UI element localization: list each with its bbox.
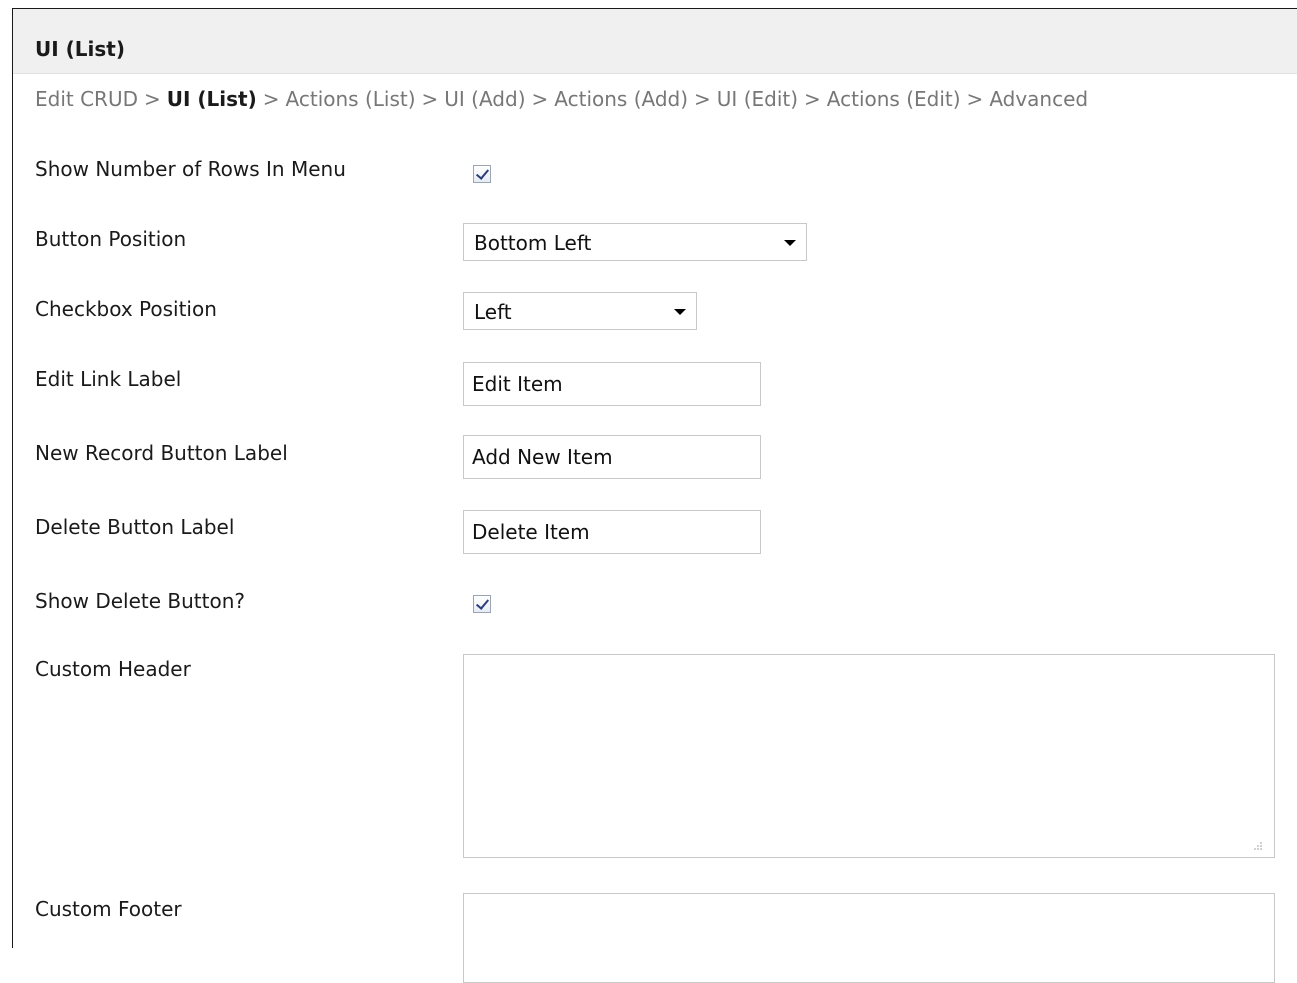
show-rows-label: Show Number of Rows In Menu <box>35 157 346 181</box>
breadcrumb-actions-list[interactable]: Actions (List) <box>286 87 416 111</box>
breadcrumb-separator: > <box>966 87 984 111</box>
breadcrumb-ui-add[interactable]: UI (Add) <box>444 87 525 111</box>
button-position-select[interactable]: Bottom Left <box>463 223 807 261</box>
delete-label-input[interactable] <box>463 510 761 554</box>
custom-header-label: Custom Header <box>35 657 191 681</box>
checkbox-position-label: Checkbox Position <box>35 297 217 321</box>
edit-link-label: Edit Link Label <box>35 367 182 391</box>
breadcrumb-separator: > <box>262 87 280 111</box>
button-position-label: Button Position <box>35 227 187 251</box>
resize-grip-icon[interactable] <box>1249 839 1263 853</box>
custom-footer-textarea[interactable] <box>463 893 1275 983</box>
new-record-input[interactable] <box>463 435 761 479</box>
breadcrumb-separator: > <box>804 87 821 111</box>
breadcrumb-separator: > <box>421 87 439 111</box>
breadcrumb-separator: > <box>144 87 161 111</box>
breadcrumb-separator: > <box>531 87 549 111</box>
breadcrumb-separator: > <box>694 87 711 111</box>
breadcrumb: Edit CRUD > UI (List) > Actions (List) > UI (A… <box>35 87 1088 111</box>
show-delete-label: Show Delete Button? <box>35 589 245 613</box>
custom-header-textarea[interactable] <box>463 654 1275 858</box>
custom-footer-label: Custom Footer <box>35 897 182 921</box>
show-delete-checkbox[interactable] <box>473 595 491 613</box>
breadcrumb-actions-add[interactable]: Actions (Add) <box>554 87 688 111</box>
chevron-down-icon <box>784 240 796 246</box>
edit-link-input[interactable] <box>463 362 761 406</box>
show-rows-checkbox[interactable] <box>473 165 491 183</box>
crud-settings-panel: UI (List) Edit CRUD > UI (List) > Actions (L… <box>12 8 1297 983</box>
panel-title: UI (List) <box>35 37 125 61</box>
breadcrumb-ui-list: UI (List) <box>166 87 257 111</box>
delete-label-label: Delete Button Label <box>35 515 235 539</box>
breadcrumb-ui-edit[interactable]: UI (Edit) <box>717 87 798 111</box>
checkbox-position-select[interactable]: Left <box>463 292 697 330</box>
new-record-label: New Record Button Label <box>35 441 288 465</box>
chevron-down-icon <box>674 309 686 315</box>
panel-header: UI (List) <box>13 9 1297 74</box>
checkbox-position-value: Left <box>474 300 512 324</box>
button-position-value: Bottom Left <box>474 231 592 255</box>
breadcrumb-actions-edit[interactable]: Actions (Edit) <box>827 87 961 111</box>
breadcrumb-advanced[interactable]: Advanced <box>989 87 1088 111</box>
breadcrumb-edit-crud[interactable]: Edit CRUD <box>35 87 138 111</box>
